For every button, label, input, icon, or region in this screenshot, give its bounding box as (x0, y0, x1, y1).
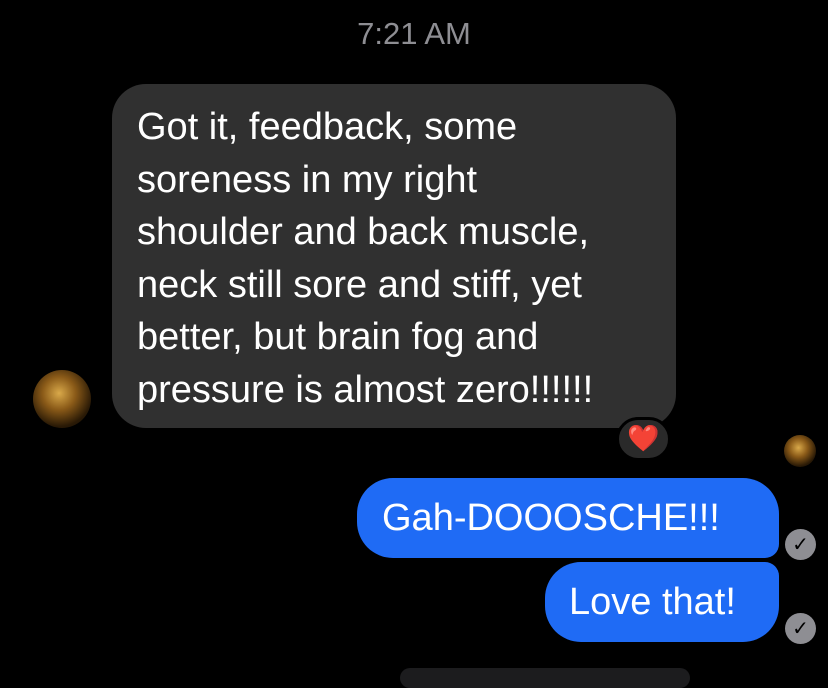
message-line: soreness in my right (137, 158, 478, 201)
read-receipt-check-icon: ✓ (785, 613, 816, 644)
next-message-edge (400, 668, 690, 688)
heart-reaction-icon[interactable]: ❤️ (616, 417, 671, 461)
read-receipt-check-icon: ✓ (785, 529, 816, 560)
message-line: pressure is almost zero!!!!!! (137, 368, 594, 411)
incoming-message-bubble[interactable]: Got it, feedback, some soreness in my ri… (112, 84, 676, 428)
sender-avatar[interactable] (33, 370, 91, 428)
message-timestamp: 7:21 AM (357, 16, 471, 51)
outgoing-message-bubble[interactable]: Gah-DOOOSCHE!!! (357, 478, 779, 558)
message-line: better, but brain fog and (137, 316, 539, 358)
seen-by-avatar (784, 435, 816, 467)
message-line: shoulder and back muscle, (137, 211, 590, 253)
message-line: neck still sore and stiff, yet (137, 263, 582, 306)
message-line: Got it, feedback, some (137, 106, 518, 148)
outgoing-message-bubble[interactable]: Love that! (545, 562, 779, 642)
